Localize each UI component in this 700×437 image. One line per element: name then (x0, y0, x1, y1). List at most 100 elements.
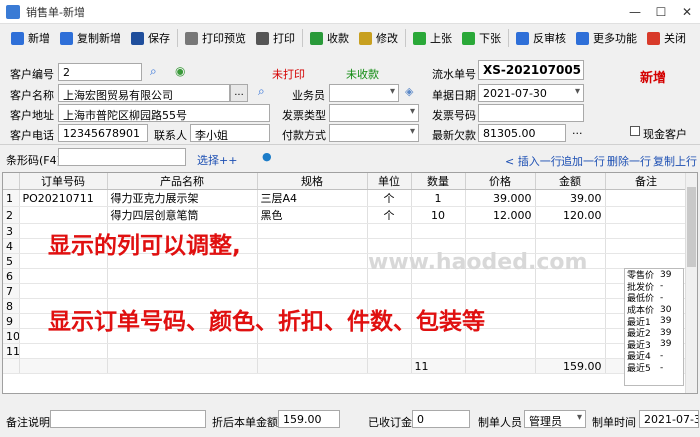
cell-unit[interactable] (367, 283, 412, 299)
save-button[interactable]: 保存 (126, 27, 175, 49)
cell-qty[interactable]: 10 (411, 206, 466, 224)
barcode-input[interactable] (58, 148, 186, 166)
cell-price[interactable] (465, 283, 536, 299)
cell-unit[interactable] (367, 223, 412, 239)
col-header-price[interactable]: 价格 (465, 173, 536, 190)
cell-amount[interactable] (535, 313, 606, 329)
cell-amount[interactable] (535, 298, 606, 314)
col-header-amount[interactable]: 金额 (535, 173, 606, 190)
globe-icon[interactable]: ● (262, 150, 272, 163)
scrollbar-thumb[interactable] (687, 187, 696, 267)
table-row[interactable]: 1 PO20210711 得力亚克力展示架 三层A4 个 1 39.000 39.00 (3, 189, 688, 207)
contact-field[interactable]: 李小姐 (190, 124, 270, 142)
edit-button[interactable]: 修改 (354, 27, 403, 49)
col-header-qty[interactable]: 数量 (411, 173, 466, 190)
cell-spec[interactable]: 黑色 (257, 206, 368, 224)
cell-spec[interactable] (257, 223, 368, 239)
delete-row-link[interactable]: 删除一行 (607, 153, 651, 169)
new-button[interactable]: 新增 (6, 27, 55, 49)
cell-order[interactable] (19, 343, 108, 359)
prev-button[interactable]: 上张 (408, 27, 457, 49)
refresh-icon[interactable]: ◉ (175, 64, 185, 78)
cell-amount[interactable] (535, 328, 606, 344)
cell-note[interactable] (605, 189, 688, 207)
cell-qty[interactable] (411, 283, 466, 299)
print-button[interactable]: 打印 (251, 27, 300, 49)
col-header-spec[interactable]: 规格 (257, 173, 368, 190)
cell-qty[interactable] (411, 223, 466, 239)
cell-note[interactable] (605, 238, 688, 254)
customer-search-icon[interactable]: ⌕ (258, 84, 265, 99)
invoice-no-field[interactable] (478, 104, 584, 122)
receive-money-button[interactable]: 收款 (305, 27, 354, 49)
table-row[interactable]: 7 (3, 283, 688, 299)
cell-unit[interactable]: 个 (367, 206, 412, 224)
cell-amount[interactable] (535, 223, 606, 239)
search-icon[interactable]: ⌕ (150, 64, 157, 79)
cell-amount[interactable]: 120.00 (535, 206, 606, 224)
minimize-button[interactable]: — (622, 0, 648, 24)
cell-product[interactable] (107, 283, 258, 299)
cash-customer-checkbox[interactable] (630, 126, 640, 136)
close-button[interactable]: 关闭 (642, 27, 691, 49)
debt-more-button[interactable]: ... (572, 124, 583, 137)
cell-amount[interactable] (535, 283, 606, 299)
col-header-note[interactable]: 备注 (605, 173, 688, 190)
cell-note[interactable] (605, 223, 688, 239)
cell-spec[interactable] (257, 238, 368, 254)
creator-select[interactable]: 管理员 (524, 410, 586, 428)
table-row[interactable]: 11 (3, 343, 688, 359)
print-preview-button[interactable]: 打印预览 (180, 27, 251, 49)
cell-order[interactable] (19, 206, 108, 224)
table-row[interactable]: 2 得力四层创意笔筒 黑色个 10 12.000 120.00 (3, 206, 688, 224)
cell-spec[interactable] (257, 268, 368, 284)
append-row-link[interactable]: 追加一行 (561, 153, 605, 169)
invoice-type-select[interactable] (329, 104, 419, 122)
window-close-button[interactable]: ✕ (674, 0, 700, 24)
cell-spec[interactable] (257, 283, 368, 299)
cell-spec[interactable] (257, 253, 368, 269)
customer-picker-button[interactable]: ... (230, 84, 248, 102)
grid-scrollbar[interactable] (685, 173, 697, 393)
unapprove-button[interactable]: 反审核 (511, 27, 571, 49)
insert-row-link[interactable]: < 插入一行 (505, 153, 562, 169)
cell-product[interactable] (107, 343, 258, 359)
salesman-icon[interactable]: ◈ (405, 85, 413, 98)
deposit-field[interactable]: 0 (412, 410, 470, 428)
cell-unit[interactable] (367, 343, 412, 359)
select-plus-link[interactable]: 选择++ (197, 152, 237, 168)
cell-spec[interactable]: 三层A4 (257, 189, 368, 207)
cell-price[interactable] (465, 223, 536, 239)
cell-price[interactable]: 12.000 (465, 206, 536, 224)
phone-field[interactable]: 12345678901 (58, 124, 148, 142)
next-button[interactable]: 下张 (457, 27, 506, 49)
cell-spec[interactable] (257, 343, 368, 359)
cell-order[interactable]: PO20210711 (19, 189, 108, 207)
cell-amount[interactable] (535, 343, 606, 359)
cell-product[interactable]: 得力亚克力展示架 (107, 189, 258, 207)
payment-select[interactable] (329, 124, 419, 142)
date-picker[interactable]: 2021-07-30 (478, 84, 584, 102)
copy-row-link[interactable]: 复制上行 (653, 153, 697, 169)
cell-order[interactable] (19, 268, 108, 284)
maximize-button[interactable]: ☐ (648, 0, 674, 24)
remark-field[interactable] (50, 410, 206, 428)
customer-name-field[interactable]: 上海宏图贸易有限公司 (58, 84, 230, 102)
create-time-field[interactable]: 2021-07-30 (639, 410, 699, 428)
cell-amount[interactable]: 39.00 (535, 189, 606, 207)
cell-price[interactable] (465, 343, 536, 359)
salesman-select[interactable] (329, 84, 399, 102)
cell-note[interactable] (605, 206, 688, 224)
cell-product[interactable] (107, 268, 258, 284)
discount-total-field[interactable]: 159.00 (278, 410, 340, 428)
col-header-order[interactable]: 订单号码 (19, 173, 108, 190)
cell-qty[interactable]: 1 (411, 189, 466, 207)
cell-order[interactable] (19, 283, 108, 299)
more-button[interactable]: 更多功能 (571, 27, 642, 49)
col-header-unit[interactable]: 单位 (367, 173, 412, 190)
copy-new-button[interactable]: 复制新增 (55, 27, 126, 49)
cell-product[interactable]: 得力四层创意笔筒 (107, 206, 258, 224)
cell-qty[interactable] (411, 343, 466, 359)
address-field[interactable]: 上海市普陀区柳园路55号 (58, 104, 270, 122)
cell-note[interactable] (605, 253, 688, 269)
